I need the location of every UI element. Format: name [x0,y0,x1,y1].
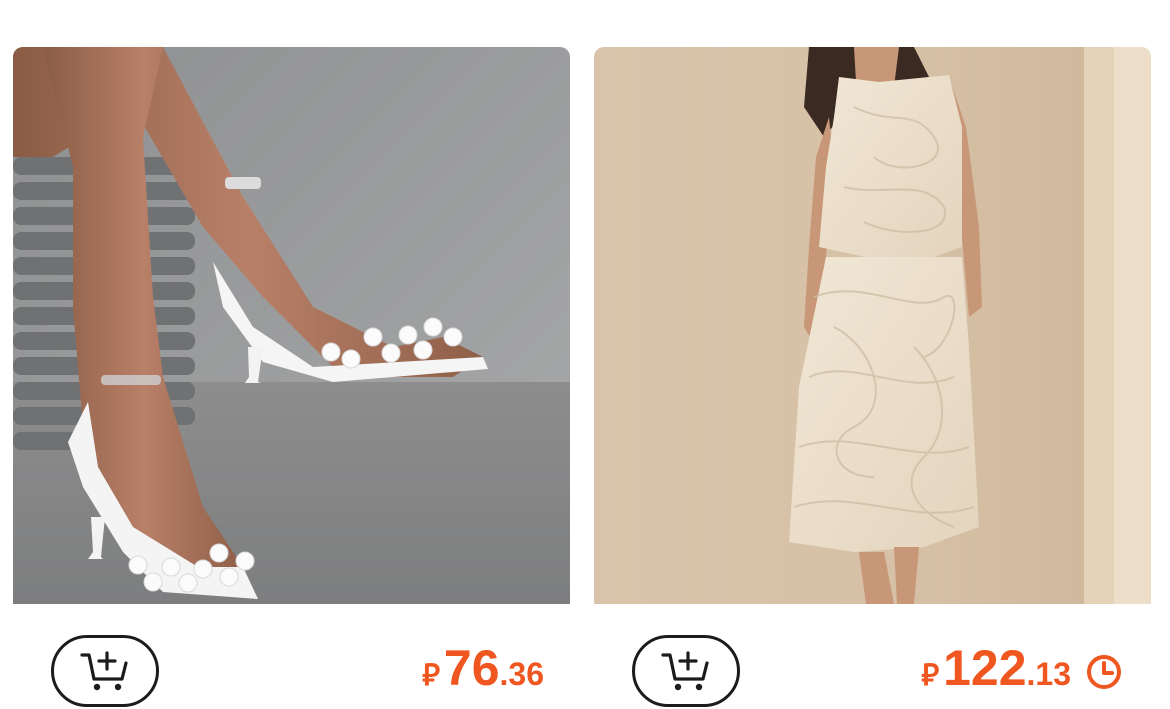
currency-symbol: ⃁ [921,659,940,692]
add-to-cart-button[interactable] [632,635,740,707]
price-integer: 122 [943,640,1027,696]
product-image[interactable] [13,47,570,604]
product-card[interactable]: ⃁ 122 .13 [594,47,1151,709]
product-price: ⃁ 122 .13 [921,639,1071,697]
add-to-cart-icon [661,651,709,691]
currency-symbol: ⃁ [422,659,440,692]
clock-icon [1087,655,1121,689]
price-decimal: .36 [499,656,544,692]
product-card[interactable]: ⃁ 76 .36 [13,47,570,709]
price-decimal: .13 [1026,656,1071,692]
product-image[interactable] [594,47,1151,604]
add-to-cart-icon [80,651,128,691]
price-integer: 76 [443,640,500,696]
product-price: ⃁ 76 .36 [422,639,544,697]
product-grid: ⃁ 76 .36 [0,0,1170,709]
add-to-cart-button[interactable] [51,635,159,707]
